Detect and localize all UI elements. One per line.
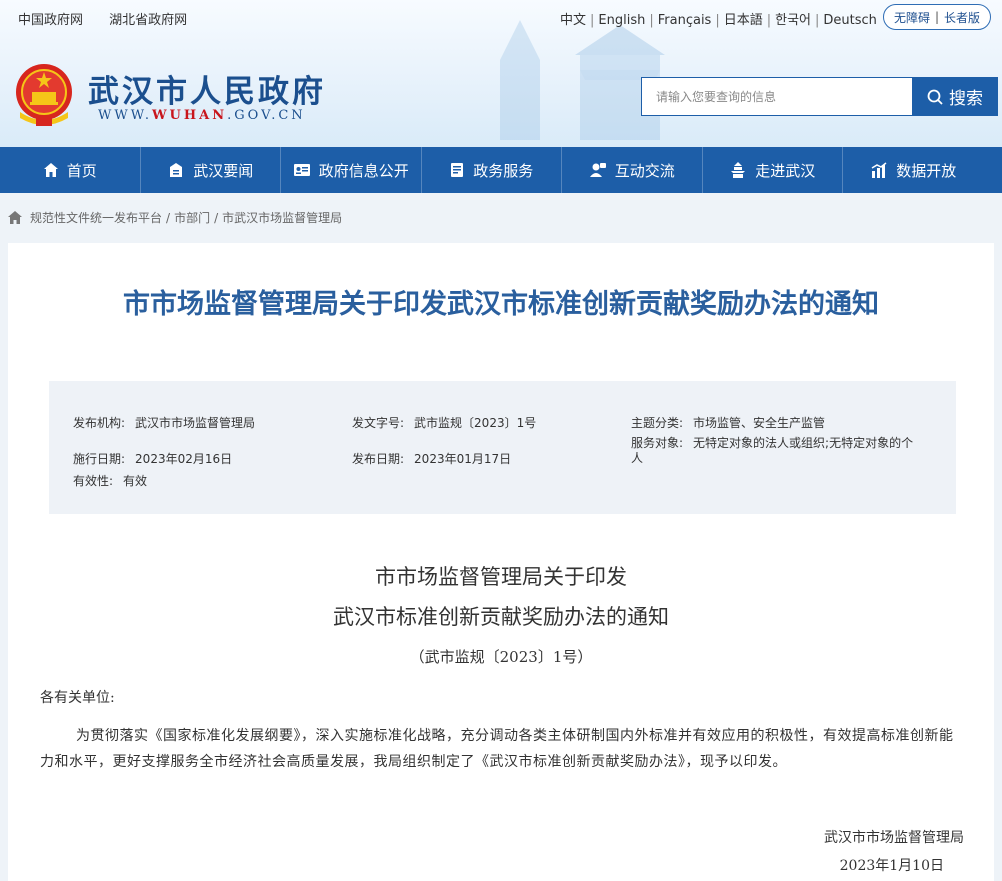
document-meta-panel: 发布机构: 武汉市市场监督管理局 发文字号: 武市监规〔2023〕1号 主题分类: 市… (49, 381, 956, 514)
lang-ko[interactable]: 한국어 (775, 13, 811, 28)
top-links: 中国政府网 湖北省政府网 (18, 9, 209, 28)
page-title: 市市场监督管理局关于印发武汉市标准创新贡献奖励办法的通知 (123, 289, 879, 320)
meta-target: 服务对象: 无特定对象的法人或组织;无特定对象的个人 (631, 436, 914, 465)
lang-fr[interactable]: Français (658, 13, 712, 28)
lang-de[interactable]: Deutsch (823, 13, 877, 28)
signature: 武汉市市场监督管理局 (824, 830, 964, 846)
link-hubei-gov[interactable]: 湖北省政府网 (109, 13, 187, 28)
site-url: WWW.WUHAN.GOV.CN (98, 108, 306, 123)
article-card: 市市场监督管理局关于印发武汉市标准创新贡献奖励办法的通知 发布机构: 武汉市市场监… (8, 243, 994, 881)
nav-interaction[interactable]: 互动交流 (562, 147, 703, 193)
service-icon (451, 163, 464, 177)
breadcrumb-item-bureau[interactable]: 市武汉市场监督管理局 (222, 209, 342, 226)
meta-effective-date: 施行日期: 2023年02月16日 (73, 452, 233, 466)
breadcrumb-item-departments[interactable]: 市部门 (174, 209, 210, 226)
greeting: 各有关单位: (40, 690, 115, 706)
nav-news[interactable]: 武汉要闻 (141, 147, 281, 193)
search-icon (927, 89, 943, 105)
national-emblem-icon (16, 64, 72, 126)
lang-en[interactable]: English (598, 13, 645, 28)
chat-user-icon (589, 163, 606, 177)
nav-about-wuhan[interactable]: 走进武汉 (703, 147, 843, 193)
language-switcher: 中文 | English | Français | 日本語 | 한국어 | Deutsch (560, 13, 877, 28)
nav-services[interactable]: 政务服务 (422, 147, 562, 193)
lang-zh[interactable]: 中文 (560, 13, 586, 28)
meta-topic: 主题分类: 市场监管、安全生产监管 (631, 416, 826, 430)
info-card-icon (293, 164, 310, 176)
site-name: 武汉市人民政府 (88, 74, 326, 110)
meta-doc-number: 发文字号: 武市监规〔2023〕1号 (352, 416, 537, 430)
document-title-line1: 市市场监督管理局关于印发 (375, 565, 627, 589)
barrier-free-link[interactable]: 无障碍 (894, 9, 930, 26)
sign-date: 2023年1月10日 (839, 858, 944, 874)
site-header: 中国政府网 湖北省政府网 中文 | English | Français | 日本語 | 한국어… (0, 0, 1002, 147)
body-paragraph: 为贯彻落实《国家标准化发展纲要》，深入实施标准化战略，充分调动各类主体研制国内外… (40, 728, 954, 770)
lang-ja[interactable]: 日本語 (724, 13, 763, 28)
nav-open-data[interactable]: 数据开放 (843, 147, 984, 193)
link-central-gov[interactable]: 中国政府网 (18, 13, 83, 28)
meta-validity: 有效性: 有效 (73, 474, 148, 488)
elder-mode-link[interactable]: 长者版 (944, 9, 980, 26)
news-icon (170, 163, 183, 177)
home-icon[interactable] (8, 211, 22, 224)
home-icon (43, 163, 58, 177)
search-button[interactable]: 搜索 (912, 77, 998, 116)
search-input[interactable]: 请输入您要查询的信息 (641, 77, 913, 116)
document-number: （武市监规〔2023〕1号） (409, 648, 593, 666)
chart-icon (871, 162, 887, 178)
meta-publish-date: 发布日期: 2023年01月17日 (352, 452, 512, 466)
nav-home[interactable]: 首页 (0, 147, 141, 193)
accessibility-toggle: 无障碍 | 长者版 (883, 4, 991, 30)
document-title-line2: 武汉市标准创新贡献奖励办法的通知 (333, 605, 669, 629)
main-nav: 首页 武汉要闻 政府信息公开 政务服务 互动交流 走进武汉 数据开放 (0, 147, 1002, 193)
meta-publisher: 发布机构: 武汉市市场监督管理局 (73, 416, 256, 430)
breadcrumb-item-platform[interactable]: 规范性文件统一发布平台 (30, 209, 162, 226)
tower-icon (731, 162, 746, 178)
breadcrumb: 规范性文件统一发布平台 / 市部门 / 市武汉市场监督管理局 (8, 209, 342, 226)
nav-gov-info[interactable]: 政府信息公开 (281, 147, 422, 193)
